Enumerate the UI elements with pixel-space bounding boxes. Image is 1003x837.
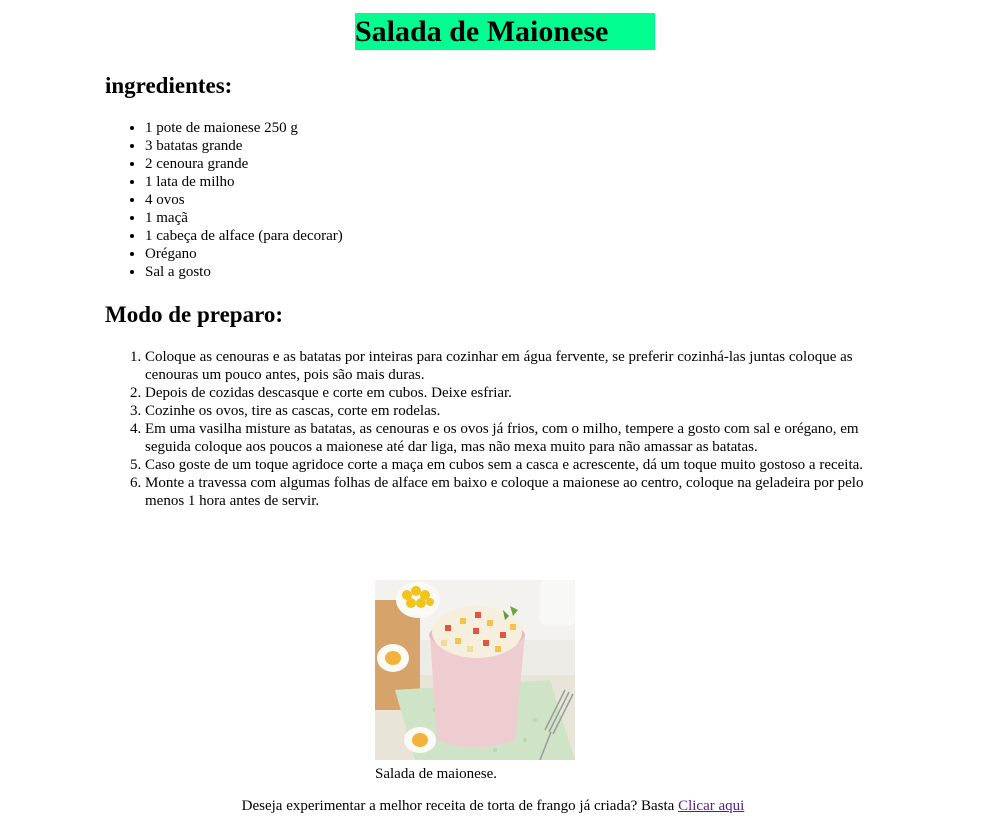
step-item: Cozinhe os ovos, tire as cascas, corte e… bbox=[145, 402, 905, 420]
list-item: 1 pote de maionese 250 g bbox=[145, 119, 905, 137]
list-item: 3 batatas grande bbox=[145, 137, 905, 155]
list-item: Orégano bbox=[145, 245, 905, 263]
step-item: Monte a travessa com algumas folhas de a… bbox=[145, 474, 905, 510]
step-item: Em uma vasilha misture as batatas, as ce… bbox=[145, 420, 905, 456]
page-title: Salada de Maionese bbox=[355, 15, 609, 48]
preparation-steps: Coloque as cenouras e as batatas por int… bbox=[105, 348, 905, 510]
preparation-section: Modo de preparo: bbox=[105, 301, 905, 329]
ingredients-list-wrap: 1 pote de maionese 250 g 3 batatas grand… bbox=[105, 119, 905, 281]
footer-text: Deseja experimentar a melhor receita de … bbox=[241, 798, 679, 814]
list-item: 1 maçã bbox=[145, 209, 905, 227]
ingredients-heading: ingredientes: bbox=[105, 73, 233, 98]
list-item: Sal a gosto bbox=[145, 263, 905, 281]
list-item: 2 cenoura grande bbox=[145, 155, 905, 173]
footer-line: Deseja experimentar a melhor receita de … bbox=[0, 797, 986, 815]
preparation-list-wrap: Coloque as cenouras e as batatas por int… bbox=[105, 348, 905, 510]
step-item: Depois de cozidas descasque e corte em c… bbox=[145, 384, 905, 402]
list-item: 1 cabeça de alface (para decorar) bbox=[145, 227, 905, 245]
click-here-link[interactable]: Clicar aqui bbox=[678, 798, 744, 814]
figure-caption: Salada de maionese. bbox=[375, 766, 498, 782]
list-item: 1 lata de milho bbox=[145, 173, 905, 191]
step-item: Caso goste de um toque agridoce corte a … bbox=[145, 456, 905, 474]
step-item: Coloque as cenouras e as batatas por int… bbox=[145, 348, 905, 384]
salad-photo bbox=[375, 580, 575, 760]
ingredients-section: ingredientes: bbox=[105, 72, 905, 100]
ingredients-list: 1 pote de maionese 250 g 3 batatas grand… bbox=[105, 119, 905, 281]
preparation-heading: Modo de preparo: bbox=[105, 302, 284, 327]
list-item: 4 ovos bbox=[145, 191, 905, 209]
title-highlight: Salada de Maionese bbox=[355, 13, 655, 50]
salad-figure: Salada de maionese. bbox=[375, 580, 575, 783]
